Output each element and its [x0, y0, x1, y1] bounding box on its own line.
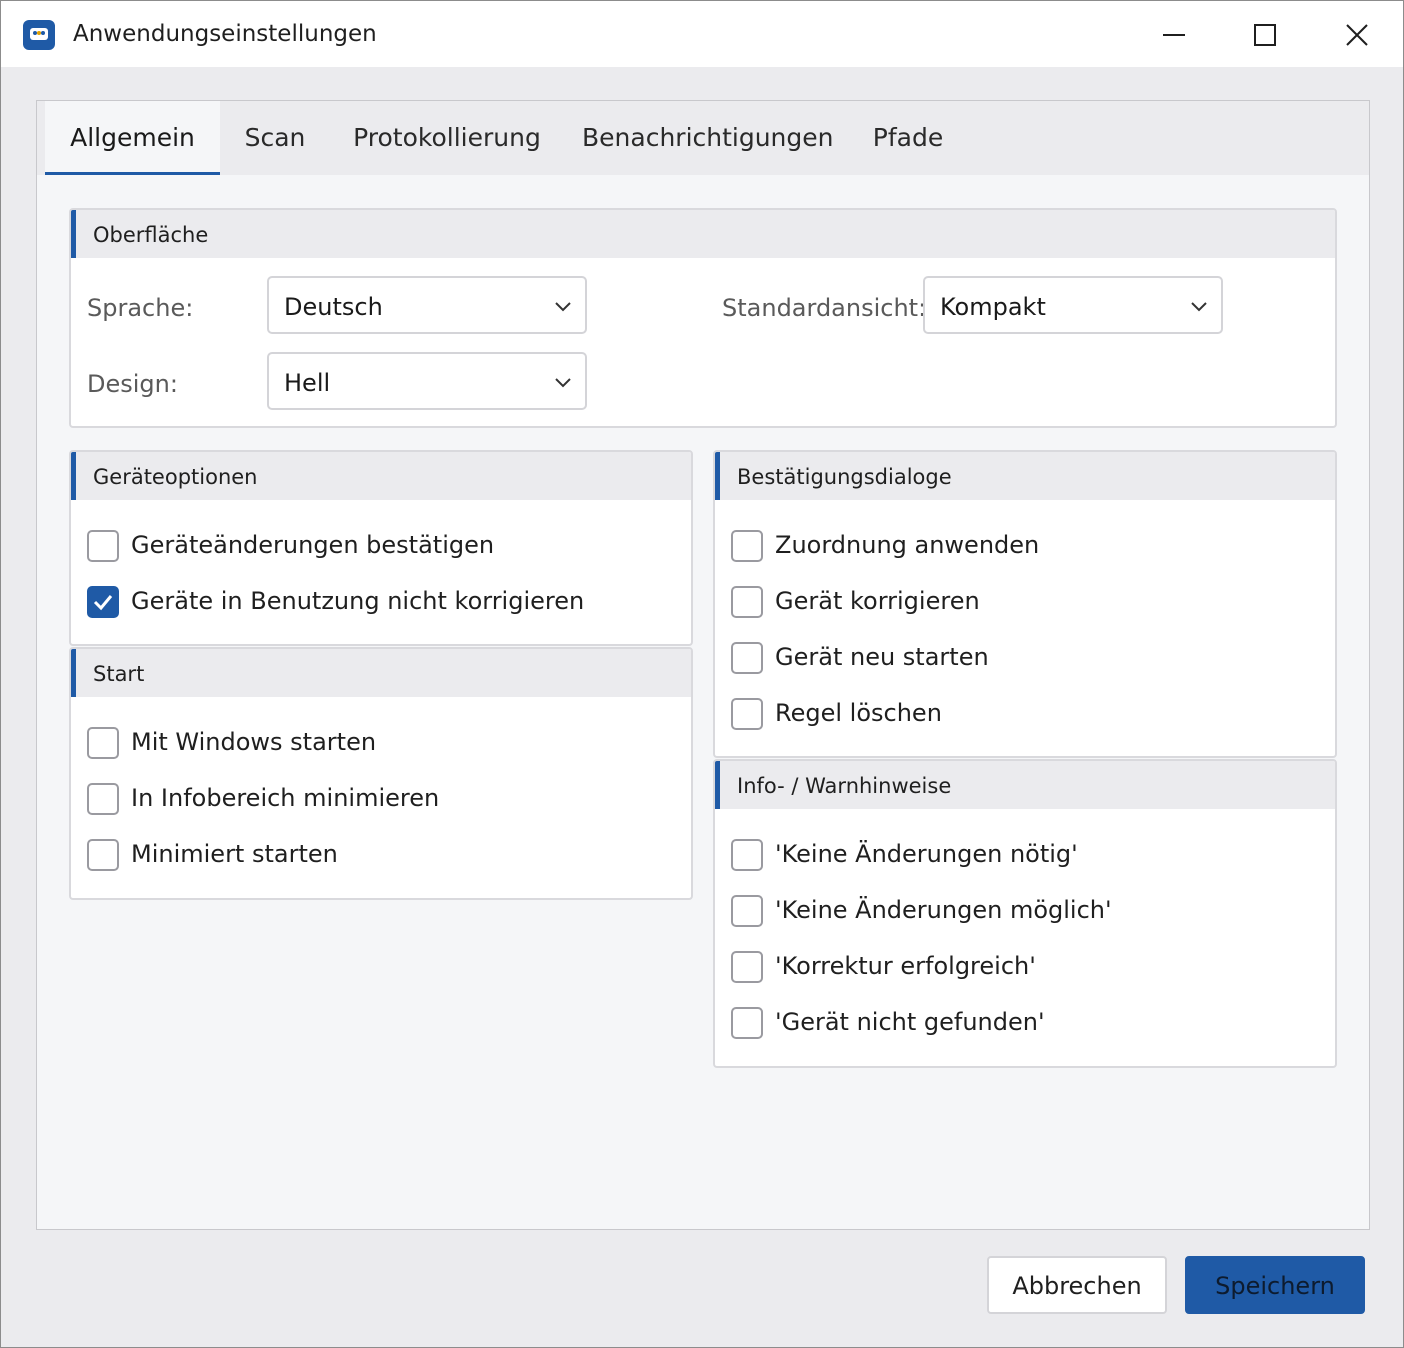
- group-bestaetigungsdialoge: Bestätigungsdialoge Zuordnung anwenden G…: [713, 450, 1337, 758]
- cb-geraet-korrigieren[interactable]: Gerät korrigieren: [731, 585, 1311, 621]
- group-header: Bestätigungsdialoge: [715, 452, 1335, 500]
- group-header: Start: [71, 649, 691, 697]
- checkbox-label: Minimiert starten: [131, 840, 338, 868]
- checkbox[interactable]: [87, 530, 119, 562]
- cb-geraete-in-benutzung[interactable]: Geräte in Benutzung nicht korrigieren: [87, 585, 667, 621]
- standardansicht-label: Standardansicht:: [722, 294, 927, 322]
- checkbox-label: Mit Windows starten: [131, 728, 377, 756]
- standardansicht-select[interactable]: Kompakt: [923, 276, 1223, 334]
- checkbox-label: In Infobereich minimieren: [131, 784, 440, 812]
- checkbox[interactable]: [87, 727, 119, 759]
- cancel-button[interactable]: Abbrechen: [987, 1256, 1167, 1314]
- checkbox[interactable]: [731, 698, 763, 730]
- settings-panel: Allgemein Scan Protokollierung Benachric…: [36, 100, 1370, 1230]
- checkbox[interactable]: [87, 783, 119, 815]
- design-label: Design:: [87, 370, 178, 398]
- group-header: Info- / Warnhinweise: [715, 761, 1335, 809]
- group-oberflaeche: Oberfläche Sprache: Deutsch Design: Hell…: [69, 208, 1337, 428]
- chevron-down-icon: [555, 378, 571, 388]
- group-header: Geräteoptionen: [71, 452, 691, 500]
- cb-regel-loeschen[interactable]: Regel löschen: [731, 697, 1311, 733]
- group-title: Bestätigungsdialoge: [737, 465, 952, 489]
- checkbox[interactable]: [731, 895, 763, 927]
- group-title: Geräteoptionen: [93, 465, 258, 489]
- checkbox-label: Gerät neu starten: [775, 643, 989, 671]
- checkbox[interactable]: [731, 839, 763, 871]
- cb-in-infobereich-minimieren[interactable]: In Infobereich minimieren: [87, 782, 667, 818]
- cb-geraeteaenderungen-bestaetigen[interactable]: Geräteänderungen bestätigen: [87, 529, 667, 565]
- group-header: Oberfläche: [71, 210, 1335, 258]
- window-title: Anwendungseinstellungen: [73, 21, 377, 47]
- checkbox-label: 'Gerät nicht gefunden': [775, 1008, 1045, 1036]
- save-button[interactable]: Speichern: [1185, 1256, 1365, 1314]
- tab-benachrichtigungen[interactable]: Benachrichtigungen: [582, 101, 834, 175]
- sprache-value: Deutsch: [284, 293, 383, 321]
- checkbox-label: Regel löschen: [775, 699, 942, 727]
- cb-zuordnung-anwenden[interactable]: Zuordnung anwenden: [731, 529, 1311, 565]
- cb-geraet-nicht-gefunden[interactable]: 'Gerät nicht gefunden': [731, 1006, 1311, 1042]
- checkbox[interactable]: [87, 586, 119, 618]
- standardansicht-value: Kompakt: [940, 293, 1046, 321]
- checkbox-label: Zuordnung anwenden: [775, 531, 1040, 559]
- app-icon: [23, 20, 55, 50]
- group-start: Start Mit Windows starten In Infobereich…: [69, 647, 693, 900]
- checkbox-label: Geräteänderungen bestätigen: [131, 531, 495, 559]
- checkbox[interactable]: [731, 642, 763, 674]
- sprache-select[interactable]: Deutsch: [267, 276, 587, 334]
- chevron-down-icon: [555, 302, 571, 312]
- checkbox-label: Gerät korrigieren: [775, 587, 980, 615]
- group-title: Oberfläche: [93, 223, 209, 247]
- group-title: Start: [93, 662, 145, 686]
- cb-mit-windows-starten[interactable]: Mit Windows starten: [87, 726, 667, 762]
- checkbox-label: 'Keine Änderungen nötig': [775, 840, 1078, 868]
- checkmark-icon: [93, 595, 113, 611]
- group-title: Info- / Warnhinweise: [737, 774, 952, 798]
- checkbox[interactable]: [731, 530, 763, 562]
- tab-scan[interactable]: Scan: [233, 101, 317, 175]
- checkbox-label: 'Korrektur erfolgreich': [775, 952, 1036, 980]
- cb-korrektur-erfolgreich[interactable]: 'Korrektur erfolgreich': [731, 950, 1311, 986]
- sprache-label: Sprache:: [87, 294, 194, 322]
- cb-keine-aenderungen-noetig[interactable]: 'Keine Änderungen nötig': [731, 838, 1311, 874]
- tab-protokollierung[interactable]: Protokollierung: [347, 101, 547, 175]
- checkbox-label: 'Keine Änderungen möglich': [775, 896, 1112, 924]
- checkbox-label: Geräte in Benutzung nicht korrigieren: [131, 587, 585, 615]
- design-value: Hell: [284, 369, 331, 397]
- cb-keine-aenderungen-moeglich[interactable]: 'Keine Änderungen möglich': [731, 894, 1311, 930]
- maximize-button[interactable]: [1242, 13, 1288, 57]
- tab-bar: Allgemein Scan Protokollierung Benachric…: [37, 101, 1369, 175]
- group-geraeteoptionen: Geräteoptionen Geräteänderungen bestätig…: [69, 450, 693, 646]
- cb-geraet-neu-starten[interactable]: Gerät neu starten: [731, 641, 1311, 677]
- tab-pfade[interactable]: Pfade: [865, 101, 951, 175]
- checkbox[interactable]: [731, 951, 763, 983]
- checkbox[interactable]: [731, 586, 763, 618]
- design-select[interactable]: Hell: [267, 352, 587, 410]
- cb-minimiert-starten[interactable]: Minimiert starten: [87, 838, 667, 874]
- title-bar[interactable]: Anwendungseinstellungen: [1, 1, 1403, 67]
- checkbox[interactable]: [731, 1007, 763, 1039]
- minimize-icon: [1163, 34, 1185, 36]
- maximize-icon: [1254, 24, 1276, 46]
- close-button[interactable]: [1334, 13, 1380, 57]
- settings-window: Anwendungseinstellungen Allgemein Scan P…: [0, 0, 1404, 1348]
- chevron-down-icon: [1191, 302, 1207, 312]
- tab-allgemein[interactable]: Allgemein: [45, 101, 220, 175]
- close-icon: [1346, 24, 1368, 46]
- checkbox[interactable]: [87, 839, 119, 871]
- minimize-button[interactable]: [1151, 13, 1197, 57]
- group-hinweise: Info- / Warnhinweise 'Keine Änderungen n…: [713, 759, 1337, 1068]
